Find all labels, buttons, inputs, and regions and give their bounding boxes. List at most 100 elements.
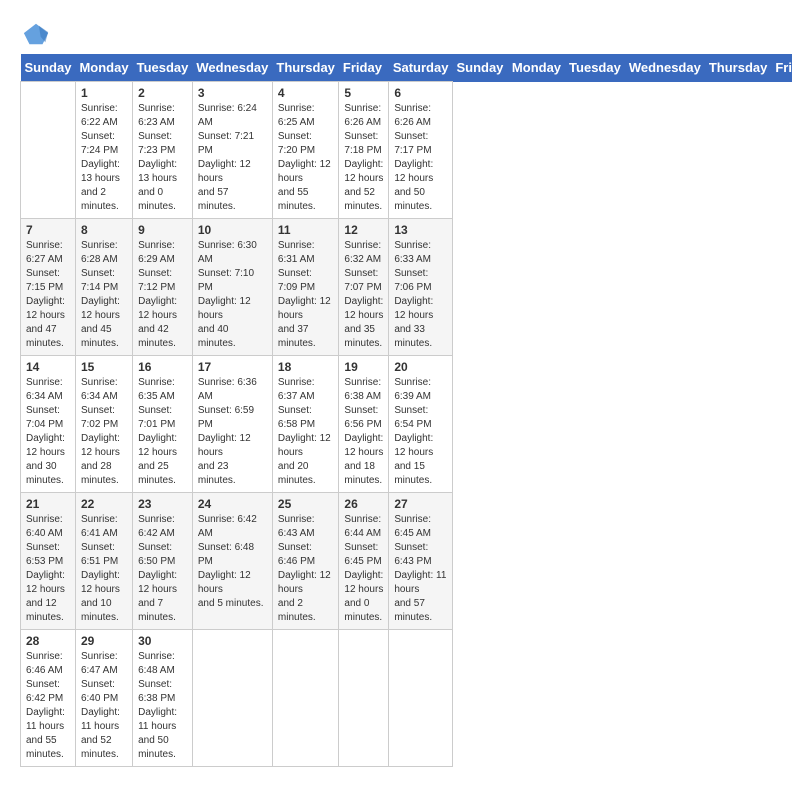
calendar-cell bbox=[339, 630, 389, 767]
day-number: 3 bbox=[198, 86, 267, 100]
day-number: 1 bbox=[81, 86, 127, 100]
day-info: Sunrise: 6:34 AM Sunset: 7:02 PM Dayligh… bbox=[81, 376, 127, 488]
day-info: Sunrise: 6:25 AM Sunset: 7:20 PM Dayligh… bbox=[278, 102, 334, 214]
day-info: Sunrise: 6:46 AM Sunset: 6:42 PM Dayligh… bbox=[26, 650, 70, 762]
day-number: 9 bbox=[138, 223, 187, 237]
calendar-cell: 23 Sunrise: 6:42 AM Sunset: 6:50 PM Dayli… bbox=[133, 493, 193, 630]
calendar-cell bbox=[389, 630, 453, 767]
calendar-cell: 27 Sunrise: 6:45 AM Sunset: 6:43 PM Dayli… bbox=[389, 493, 453, 630]
calendar-cell: 17Sunrise: 6:36 AM Sunset: 6:59 PM Dayli… bbox=[192, 356, 272, 493]
calendar-cell: 28Sunrise: 6:46 AM Sunset: 6:42 PM Dayli… bbox=[21, 630, 76, 767]
day-info: Sunrise: 6:43 AM Sunset: 6:46 PM Dayligh… bbox=[278, 513, 334, 625]
day-info: Sunrise: 6:27 AM Sunset: 7:15 PM Dayligh… bbox=[26, 239, 70, 351]
logo bbox=[20, 20, 50, 44]
day-number: 15 bbox=[81, 360, 127, 374]
calendar-cell bbox=[21, 82, 76, 219]
day-number: 6 bbox=[394, 86, 447, 100]
calendar-cell: 6 Sunrise: 6:26 AM Sunset: 7:17 PM Daylig… bbox=[389, 82, 453, 219]
calendar-cell: 19 Sunrise: 6:38 AM Sunset: 6:56 PM Dayli… bbox=[339, 356, 389, 493]
day-number: 14 bbox=[26, 360, 70, 374]
calendar-cell: 7 Sunrise: 6:27 AM Sunset: 7:15 PM Daylig… bbox=[21, 219, 76, 356]
calendar-week-row: 7 Sunrise: 6:27 AM Sunset: 7:15 PM Daylig… bbox=[21, 219, 792, 356]
calendar-cell: 11 Sunrise: 6:31 AM Sunset: 7:09 PM Dayli… bbox=[272, 219, 339, 356]
day-number: 30 bbox=[138, 634, 187, 648]
calendar-week-row: 21 Sunrise: 6:40 AM Sunset: 6:53 PM Dayli… bbox=[21, 493, 792, 630]
calendar-table: SundayMondayTuesdayWednesdayThursdayFrid… bbox=[20, 54, 792, 767]
day-number: 18 bbox=[278, 360, 334, 374]
day-of-week-header: Tuesday bbox=[133, 54, 193, 82]
calendar-cell: 30Sunrise: 6:48 AM Sunset: 6:38 PM Dayli… bbox=[133, 630, 193, 767]
day-info: Sunrise: 6:24 AM Sunset: 7:21 PM Dayligh… bbox=[198, 102, 267, 214]
day-info: Sunrise: 6:41 AM Sunset: 6:51 PM Dayligh… bbox=[81, 513, 127, 625]
calendar-cell: 12 Sunrise: 6:32 AM Sunset: 7:07 PM Dayli… bbox=[339, 219, 389, 356]
day-number: 13 bbox=[394, 223, 447, 237]
day-number: 2 bbox=[138, 86, 187, 100]
day-info: Sunrise: 6:23 AM Sunset: 7:23 PM Dayligh… bbox=[138, 102, 187, 214]
calendar-cell: 15 Sunrise: 6:34 AM Sunset: 7:02 PM Dayli… bbox=[75, 356, 132, 493]
calendar-cell bbox=[272, 630, 339, 767]
day-info: Sunrise: 6:44 AM Sunset: 6:45 PM Dayligh… bbox=[344, 513, 383, 625]
day-number: 12 bbox=[344, 223, 383, 237]
day-of-week-header: Wednesday bbox=[625, 54, 705, 82]
day-info: Sunrise: 6:45 AM Sunset: 6:43 PM Dayligh… bbox=[394, 513, 447, 625]
day-of-week-header: Friday bbox=[771, 54, 792, 82]
calendar-cell: 18Sunrise: 6:37 AM Sunset: 6:58 PM Dayli… bbox=[272, 356, 339, 493]
day-of-week-header: Monday bbox=[508, 54, 565, 82]
day-info: Sunrise: 6:34 AM Sunset: 7:04 PM Dayligh… bbox=[26, 376, 70, 488]
day-of-week-header: Thursday bbox=[705, 54, 772, 82]
calendar-week-row: 1 Sunrise: 6:22 AM Sunset: 7:24 PM Daylig… bbox=[21, 82, 792, 219]
day-info: Sunrise: 6:30 AM Sunset: 7:10 PM Dayligh… bbox=[198, 239, 267, 351]
logo-icon bbox=[22, 20, 50, 48]
day-info: Sunrise: 6:42 AM Sunset: 6:50 PM Dayligh… bbox=[138, 513, 187, 625]
calendar-week-row: 14 Sunrise: 6:34 AM Sunset: 7:04 PM Dayli… bbox=[21, 356, 792, 493]
day-number: 27 bbox=[394, 497, 447, 511]
day-info: Sunrise: 6:22 AM Sunset: 7:24 PM Dayligh… bbox=[81, 102, 127, 214]
day-info: Sunrise: 6:31 AM Sunset: 7:09 PM Dayligh… bbox=[278, 239, 334, 351]
calendar-cell: 13 Sunrise: 6:33 AM Sunset: 7:06 PM Dayli… bbox=[389, 219, 453, 356]
day-number: 4 bbox=[278, 86, 334, 100]
day-number: 23 bbox=[138, 497, 187, 511]
day-number: 5 bbox=[344, 86, 383, 100]
calendar-cell: 9Sunrise: 6:29 AM Sunset: 7:12 PM Daylig… bbox=[133, 219, 193, 356]
day-info: Sunrise: 6:47 AM Sunset: 6:40 PM Dayligh… bbox=[81, 650, 127, 762]
day-info: Sunrise: 6:33 AM Sunset: 7:06 PM Dayligh… bbox=[394, 239, 447, 351]
day-info: Sunrise: 6:38 AM Sunset: 6:56 PM Dayligh… bbox=[344, 376, 383, 488]
day-of-week-header: Thursday bbox=[272, 54, 339, 82]
calendar-cell: 20 Sunrise: 6:39 AM Sunset: 6:54 PM Dayli… bbox=[389, 356, 453, 493]
day-number: 11 bbox=[278, 223, 334, 237]
day-info: Sunrise: 6:32 AM Sunset: 7:07 PM Dayligh… bbox=[344, 239, 383, 351]
calendar-cell: 5Sunrise: 6:26 AM Sunset: 7:18 PM Daylig… bbox=[339, 82, 389, 219]
calendar-cell: 22Sunrise: 6:41 AM Sunset: 6:51 PM Dayli… bbox=[75, 493, 132, 630]
day-number: 8 bbox=[81, 223, 127, 237]
calendar-cell: 14 Sunrise: 6:34 AM Sunset: 7:04 PM Dayli… bbox=[21, 356, 76, 493]
day-of-week-header: Saturday bbox=[389, 54, 453, 82]
day-info: Sunrise: 6:39 AM Sunset: 6:54 PM Dayligh… bbox=[394, 376, 447, 488]
day-number: 26 bbox=[344, 497, 383, 511]
day-number: 10 bbox=[198, 223, 267, 237]
day-number: 21 bbox=[26, 497, 70, 511]
day-of-week-header: Tuesday bbox=[565, 54, 625, 82]
day-number: 25 bbox=[278, 497, 334, 511]
calendar-cell: 26 Sunrise: 6:44 AM Sunset: 6:45 PM Dayli… bbox=[339, 493, 389, 630]
day-number: 19 bbox=[344, 360, 383, 374]
day-info: Sunrise: 6:35 AM Sunset: 7:01 PM Dayligh… bbox=[138, 376, 187, 488]
calendar-header-row: SundayMondayTuesdayWednesdayThursdayFrid… bbox=[21, 54, 792, 82]
day-of-week-header: Monday bbox=[75, 54, 132, 82]
calendar-cell bbox=[192, 630, 272, 767]
calendar-cell: 3 Sunrise: 6:24 AM Sunset: 7:21 PM Daylig… bbox=[192, 82, 272, 219]
day-of-week-header: Sunday bbox=[452, 54, 507, 82]
day-number: 17 bbox=[198, 360, 267, 374]
day-info: Sunrise: 6:40 AM Sunset: 6:53 PM Dayligh… bbox=[26, 513, 70, 625]
day-number: 20 bbox=[394, 360, 447, 374]
page-header bbox=[20, 20, 772, 44]
calendar-cell: 21 Sunrise: 6:40 AM Sunset: 6:53 PM Dayli… bbox=[21, 493, 76, 630]
calendar-cell: 25 Sunrise: 6:43 AM Sunset: 6:46 PM Dayli… bbox=[272, 493, 339, 630]
day-info: Sunrise: 6:42 AM Sunset: 6:48 PM Dayligh… bbox=[198, 513, 267, 611]
calendar-cell: 8Sunrise: 6:28 AM Sunset: 7:14 PM Daylig… bbox=[75, 219, 132, 356]
calendar-cell: 29 Sunrise: 6:47 AM Sunset: 6:40 PM Dayli… bbox=[75, 630, 132, 767]
day-number: 7 bbox=[26, 223, 70, 237]
calendar-cell: 24Sunrise: 6:42 AM Sunset: 6:48 PM Dayli… bbox=[192, 493, 272, 630]
calendar-cell: 10 Sunrise: 6:30 AM Sunset: 7:10 PM Dayli… bbox=[192, 219, 272, 356]
day-number: 29 bbox=[81, 634, 127, 648]
day-info: Sunrise: 6:26 AM Sunset: 7:17 PM Dayligh… bbox=[394, 102, 447, 214]
